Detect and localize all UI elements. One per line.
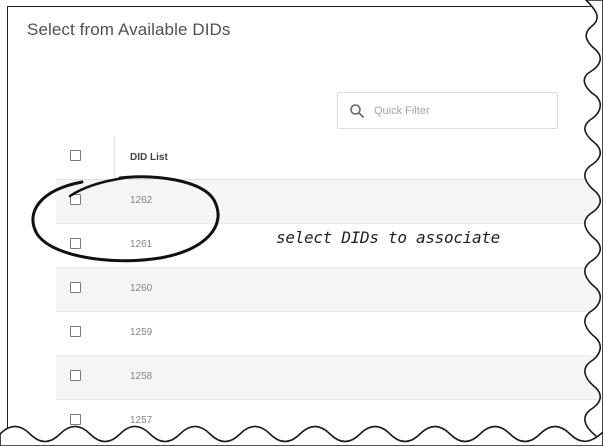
table-row[interactable]: 1257 <box>56 400 603 444</box>
did-number: 1257 <box>130 415 153 426</box>
search-icon <box>350 104 364 118</box>
did-number: 1261 <box>130 239 153 250</box>
select-all-checkbox[interactable] <box>70 150 81 161</box>
did-number: 1258 <box>130 371 153 382</box>
row-checkbox[interactable] <box>70 326 81 337</box>
did-number: 1262 <box>130 195 153 206</box>
screenshot-frame: Select from Available DIDs DID List 1262… <box>0 0 603 446</box>
table-row[interactable]: 1262 <box>56 180 603 224</box>
quick-filter[interactable] <box>337 92 558 129</box>
did-number: 1260 <box>130 283 153 294</box>
row-checkbox[interactable] <box>70 370 81 381</box>
table-header-row: DID List <box>56 136 603 180</box>
row-checkbox[interactable] <box>70 414 81 425</box>
annotation-text: select DIDs to associate <box>276 228 500 247</box>
row-checkbox[interactable] <box>70 194 81 205</box>
row-checkbox[interactable] <box>70 282 81 293</box>
table-row[interactable]: 1258 <box>56 356 603 400</box>
table-row[interactable]: 1260 <box>56 268 603 312</box>
table-row[interactable]: 1259 <box>56 312 603 356</box>
did-list-header: DID List <box>130 152 168 163</box>
did-table: DID List 1262 1261 1260 1259 1258 1257 <box>56 136 603 444</box>
row-checkbox[interactable] <box>70 238 81 249</box>
did-number: 1259 <box>130 327 153 338</box>
column-divider <box>114 136 115 180</box>
quick-filter-input[interactable] <box>374 101 544 121</box>
panel-title: Select from Available DIDs <box>27 20 231 39</box>
